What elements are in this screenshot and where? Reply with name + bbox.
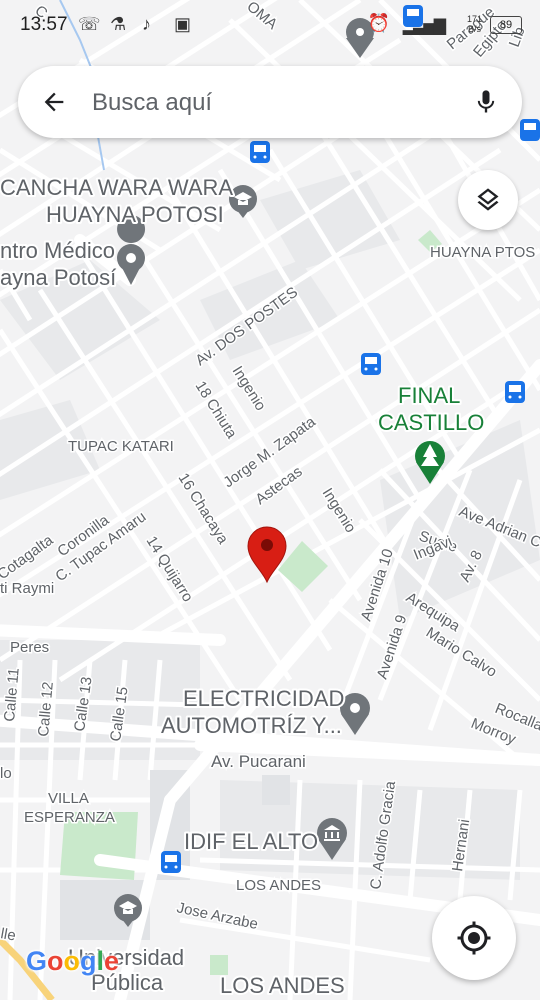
status-time: 13:57 [20, 14, 68, 35]
bus-stop-icon[interactable] [520, 119, 540, 141]
google-logo: Google [26, 946, 119, 977]
poi-label-idif[interactable]: IDIF EL ALTO [182, 827, 320, 856]
my-location-button[interactable] [432, 896, 516, 980]
poi-label-huayna[interactable]: HUAYNA POTOSI [44, 200, 226, 229]
area-label: LOS ANDES [236, 877, 321, 894]
bus-stop-icon[interactable] [250, 141, 270, 163]
area-label: ESPERANZA [24, 809, 115, 826]
poi-label-electricidad[interactable]: ELECTRICIDAD [181, 684, 346, 713]
layers-button[interactable] [458, 170, 518, 230]
alarm-icon: ⏰ [367, 13, 390, 33]
logo-letter: e [104, 946, 120, 976]
arrow-left-icon[interactable] [40, 88, 68, 116]
search-input[interactable] [90, 84, 454, 122]
my-location-icon [457, 921, 491, 955]
poi-label-castillo[interactable]: CASTILLO [376, 408, 486, 437]
poi-label-cancha[interactable]: CANCHA WARA WARA [0, 173, 235, 202]
whatsapp-icon: ☏ [78, 14, 101, 34]
logo-letter: o [63, 946, 81, 976]
poi-label-medical-2[interactable]: ayna Potosí [0, 263, 118, 292]
street-label: Peres [10, 639, 49, 656]
poi-label-los-andes[interactable]: LOS ANDES [218, 971, 347, 1000]
map-canvas[interactable]: CANCHA WARA WARA HUAYNA POTOSI ntro Médi… [0, 0, 540, 1000]
status-bar: 13:57 ☏ ⚗ ♪ ▣ ⏰ ▂▃▅▇ 171 B/s 89 [0, 0, 540, 52]
flask-icon: ⚗ [110, 14, 127, 34]
tiktok-icon: ♪ [142, 14, 151, 34]
bus-stop-icon[interactable] [361, 353, 381, 375]
bus-stop-icon[interactable] [505, 381, 525, 403]
microphone-icon[interactable] [472, 86, 500, 118]
net-speed: 171 B/s [466, 14, 482, 34]
poi-label-medical-1[interactable]: ntro Médico [0, 236, 117, 265]
street-label: lle [0, 925, 17, 944]
layers-icon [477, 188, 499, 211]
logo-letter: l [96, 946, 105, 976]
poi-label-automotriz[interactable]: AUTOMOTRÍZ Y... [159, 711, 344, 740]
battery-icon: 89 [490, 16, 522, 34]
logo-letter: o [47, 946, 64, 976]
logo-letter: G [26, 946, 48, 976]
search-bar[interactable] [18, 66, 522, 138]
area-label: TUPAC KATARI [68, 438, 174, 455]
poi-label-final[interactable]: FINAL [396, 381, 462, 410]
laptop-icon: ▣ [174, 14, 192, 34]
area-label: VILLA [48, 790, 89, 807]
street-label: Av. Pucarani [211, 752, 306, 771]
bus-stop-icon[interactable] [161, 851, 181, 873]
street-label: ti Raymi [0, 580, 54, 597]
signal-icon: ▂▃▅▇ [402, 18, 446, 35]
area-label: HUAYNA PTOS [430, 244, 535, 261]
street-label: lo [0, 765, 12, 782]
logo-letter: g [80, 946, 97, 976]
